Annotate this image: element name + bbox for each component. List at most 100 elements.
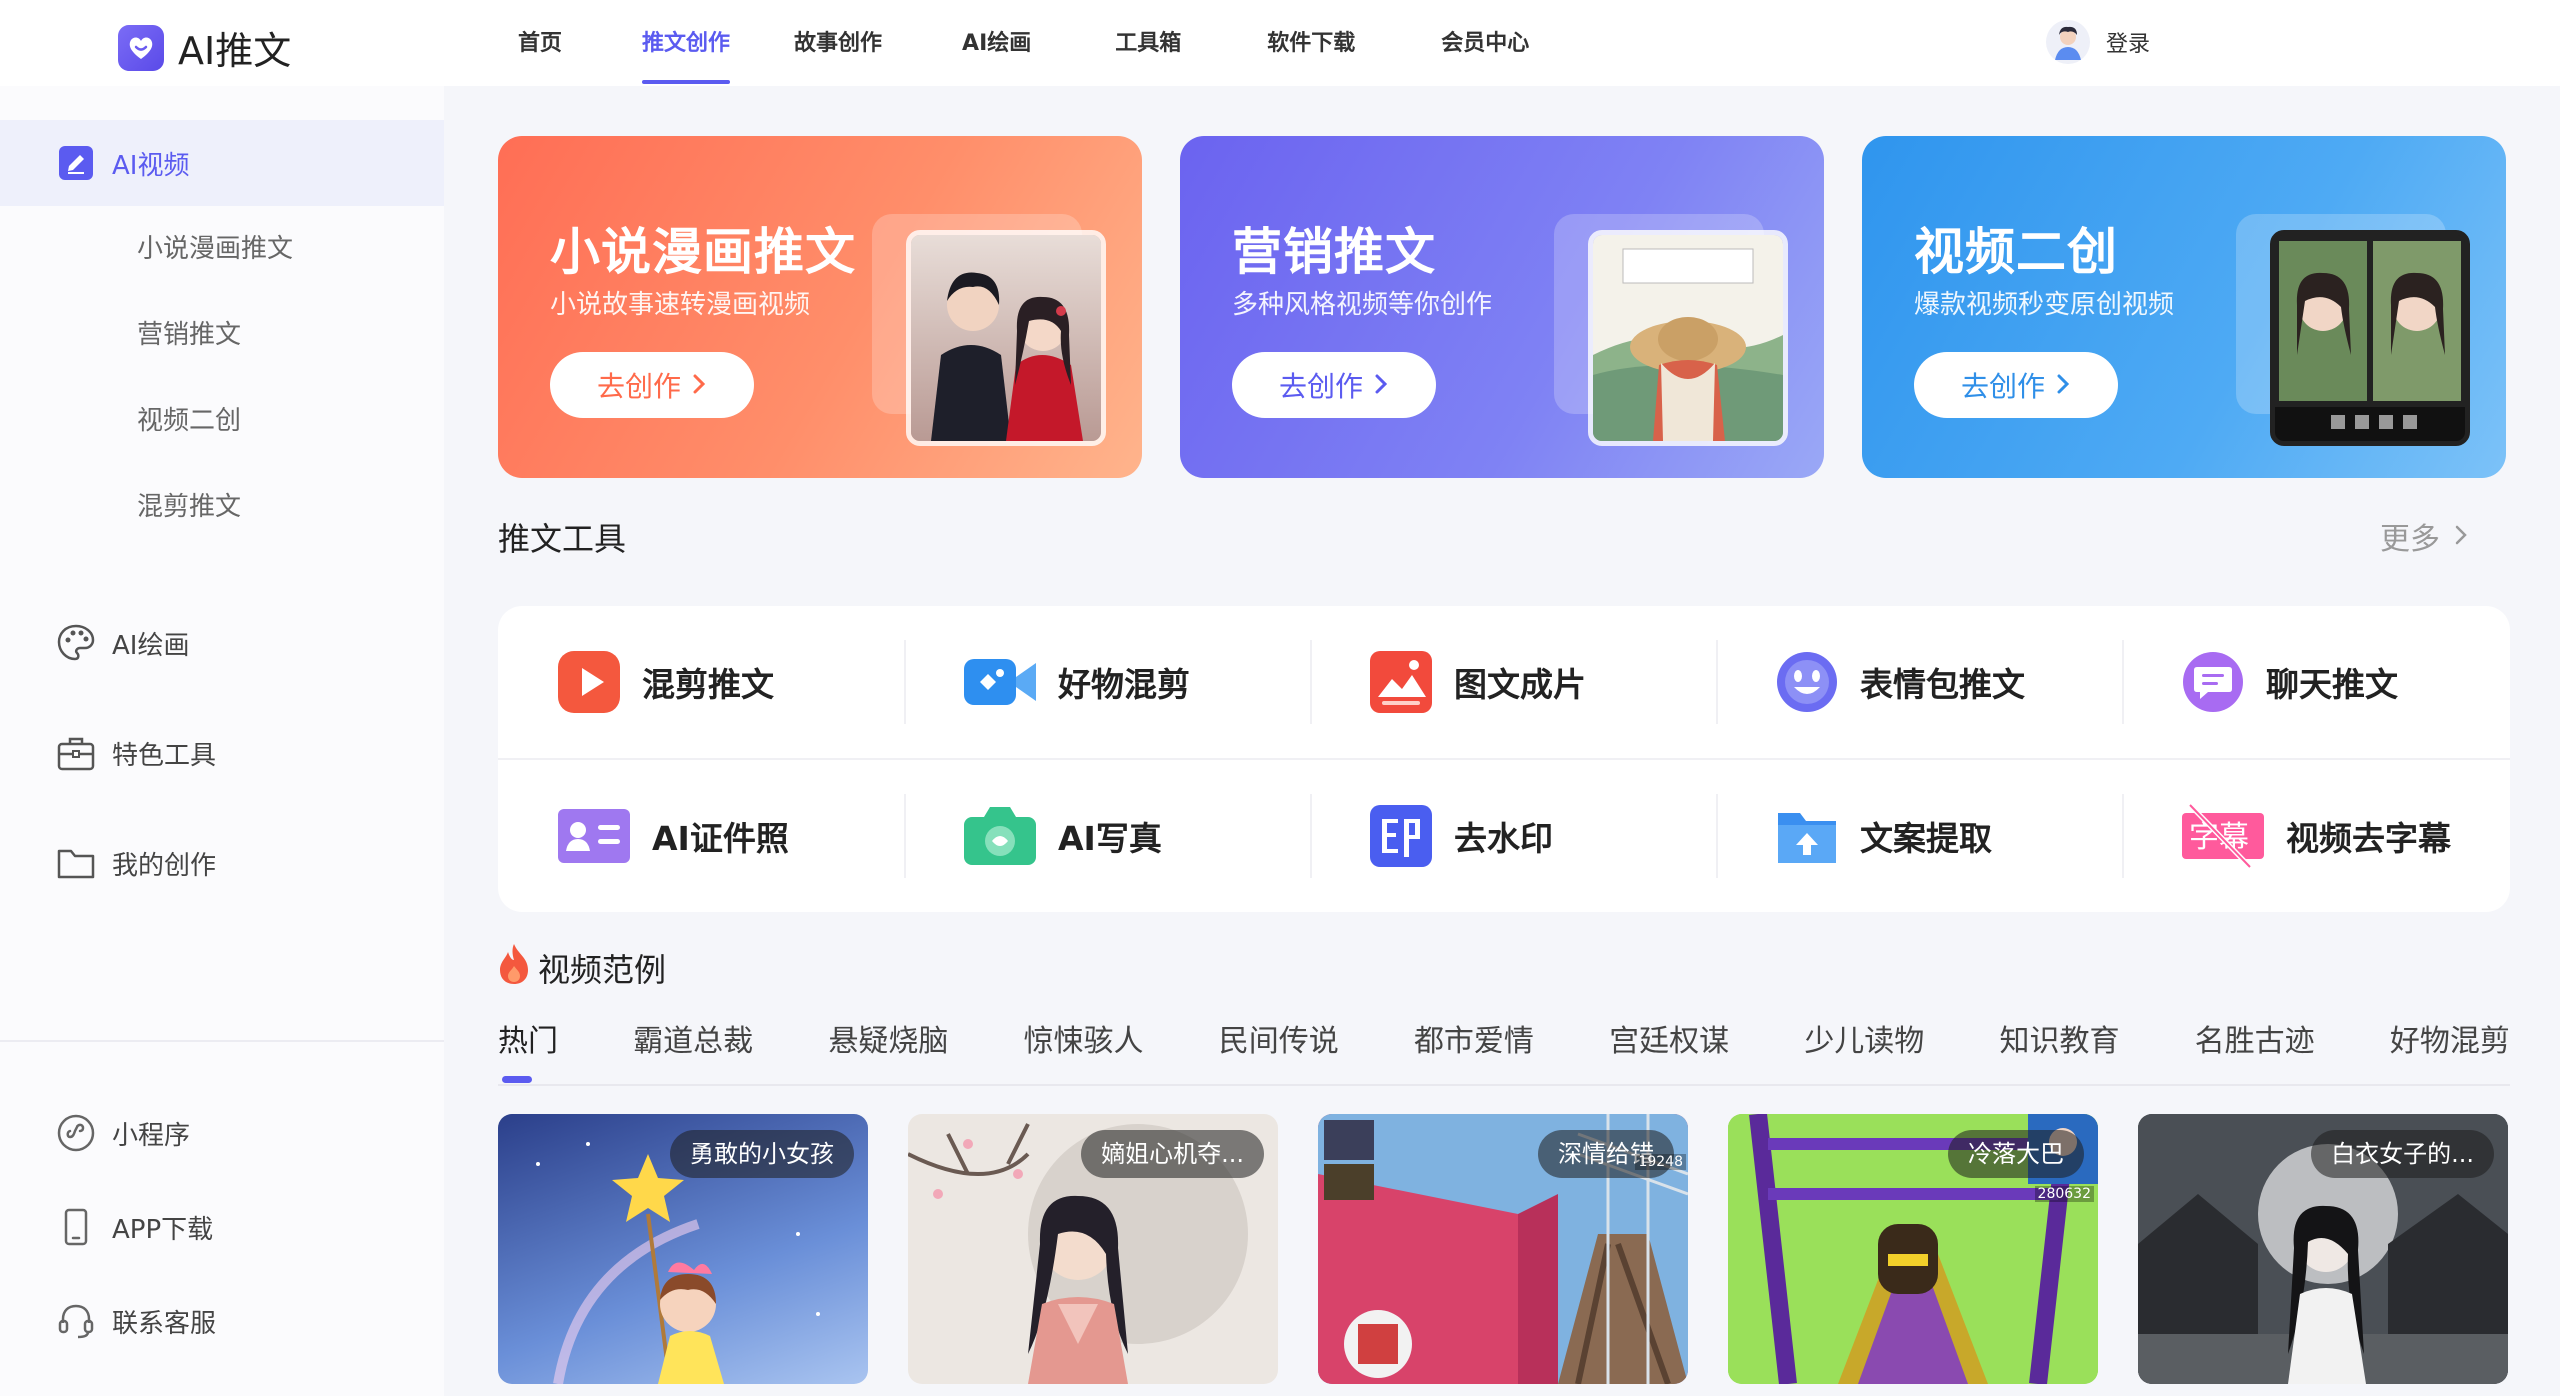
video-card[interactable]: 勇敢的小女孩 (498, 1114, 868, 1384)
tab-historic-sites[interactable]: 名胜古迹 (2195, 1016, 2315, 1060)
sidebar-item-customer-service[interactable]: 联系客服 (0, 1274, 444, 1368)
sidebar-item-ai-painting[interactable]: AI绘画 (0, 588, 444, 698)
sidebar-item-label: AI绘画 (112, 630, 190, 661)
tab-suspense[interactable]: 悬疑烧脑 (828, 1016, 948, 1060)
phone-icon (56, 1207, 96, 1247)
sidebar-divider (0, 1040, 444, 1042)
active-tab-indicator (502, 1076, 532, 1083)
tab-goods-mix-cut[interactable]: 好物混剪 (2390, 1016, 2510, 1060)
tool-meme-tweet[interactable]: 表情包推文 (1716, 606, 2122, 758)
banner-subtitle: 小说故事速转漫画视频 (550, 290, 811, 320)
video-title-tag: 冷落大巴 (1948, 1130, 2084, 1178)
sidebar-sub-video-remake[interactable]: 视频二创 (0, 378, 444, 464)
tool-label: AI写真 (1058, 819, 1162, 858)
tab-hot[interactable]: 热门 (498, 1016, 558, 1060)
logo[interactable]: AI推文 (118, 20, 291, 75)
banner-novel-comic[interactable]: 小说漫画推文 小说故事速转漫画视频 去创作 (498, 136, 1142, 478)
banner-thumbnail-video-frames (2270, 230, 2470, 446)
sidebar-item-special-tools[interactable]: 特色工具 (0, 698, 444, 808)
overlay-number: 19248 (1635, 1154, 1686, 1170)
chevron-right-icon (1373, 369, 1389, 402)
video-section-header: 视频范例 (498, 942, 666, 994)
video-title-tag: 勇敢的小女孩 (670, 1130, 854, 1178)
banner-subtitle: 爆款视频秒变原创视频 (1914, 290, 2175, 320)
banner-title: 营销推文 (1232, 223, 1436, 281)
sidebar-sub-marketing[interactable]: 营销推文 (0, 292, 444, 378)
nav-toolbox[interactable]: 工具箱 (1115, 0, 1181, 86)
more-link[interactable]: 更多 (2380, 514, 2468, 558)
tool-ai-portrait[interactable]: AI写真 (904, 760, 1310, 912)
nav-story-creation[interactable]: 故事创作 (794, 0, 882, 86)
mini-program-icon (56, 1113, 96, 1153)
banner-title: 视频二创 (1914, 223, 2118, 281)
tool-label: AI证件照 (652, 819, 789, 858)
tool-label: 混剪推文 (642, 665, 774, 704)
nav-software-download[interactable]: 软件下载 (1267, 0, 1355, 86)
top-navbar: AI推文 首页 推文创作 故事创作 AI绘画 工具箱 软件下载 会员中心 登录 (0, 0, 2560, 86)
login-label: 登录 (2106, 32, 2151, 57)
video-camera-icon (962, 649, 1038, 715)
image-icon (1368, 649, 1434, 715)
banner-title: 小说漫画推文 (550, 223, 856, 281)
play-icon (556, 649, 622, 715)
tool-image-to-video[interactable]: 图文成片 (1310, 606, 1716, 758)
tool-label: 聊天推文 (2266, 665, 2398, 704)
video-card[interactable]: 冷落大巴 280632 (1728, 1114, 2098, 1384)
heart-logo-icon (118, 24, 164, 71)
sidebar-item-app-download[interactable]: APP下载 (0, 1180, 444, 1274)
sidebar-item-label: APP下载 (112, 1214, 214, 1245)
id-card-icon (556, 803, 632, 869)
tool-remove-subtitle[interactable]: 字幕 视频去字幕 (2122, 760, 2528, 912)
banner-create-button[interactable]: 去创作 (550, 352, 754, 418)
tool-remove-watermark[interactable]: 去水印 (1310, 760, 1716, 912)
sidebar-item-label: 小程序 (112, 1120, 191, 1151)
sidebar-sub-novel-comic[interactable]: 小说漫画推文 (0, 206, 444, 292)
video-card[interactable]: 白衣女子的... (2138, 1114, 2508, 1384)
nav-tweet-creation[interactable]: 推文创作 (642, 0, 731, 86)
tool-label: 好物混剪 (1058, 665, 1190, 704)
video-card[interactable]: 深情给错 19248 (1318, 1114, 1688, 1384)
stamp-icon (1368, 803, 1434, 869)
tab-children-books[interactable]: 少儿读物 (1804, 1016, 1924, 1060)
chevron-right-icon (2055, 369, 2071, 402)
palette-icon (56, 623, 96, 663)
banner-marketing[interactable]: 营销推文 多种风格视频等你创作 去创作 (1180, 136, 1824, 478)
banner-thumbnail-hat-girl (1588, 230, 1788, 446)
tab-knowledge-education[interactable]: 知识教育 (2000, 1016, 2120, 1060)
sidebar-item-ai-video[interactable]: AI视频 (0, 120, 444, 206)
video-title-tag: 嫡姐心机夺... (1081, 1130, 1264, 1178)
banner-video-remake[interactable]: 视频二创 爆款视频秒变原创视频 去创作 (1862, 136, 2506, 478)
banner-create-button[interactable]: 去创作 (1232, 352, 1436, 418)
banner-subtitle: 多种风格视频等你创作 (1232, 290, 1493, 320)
tool-ai-id-photo[interactable]: AI证件照 (498, 760, 904, 912)
tab-folk-legend[interactable]: 民间传说 (1219, 1016, 1339, 1060)
banner-create-button[interactable]: 去创作 (1914, 352, 2118, 418)
tool-copy-extract[interactable]: 文案提取 (1716, 760, 2122, 912)
sidebar-item-label: 联系客服 (112, 1308, 217, 1339)
video-card[interactable]: 嫡姐心机夺... (908, 1114, 1278, 1384)
sidebar-item-my-creations[interactable]: 我的创作 (0, 808, 444, 918)
nav-member-center[interactable]: 会员中心 (1441, 0, 1529, 86)
video-title-tag: 白衣女子的... (2311, 1130, 2494, 1178)
sidebar: AI视频 小说漫画推文 营销推文 视频二创 混剪推文 AI绘画 特色工具 我的创… (0, 86, 444, 1396)
tool-mix-cut-tweet[interactable]: 混剪推文 (498, 606, 904, 758)
sidebar-item-mini-program[interactable]: 小程序 (0, 1086, 444, 1180)
login-button[interactable]: 登录 (2046, 20, 2150, 64)
button-label: 去创作 (1278, 370, 1363, 403)
chevron-right-icon (691, 369, 707, 402)
button-label: 去创作 (596, 370, 681, 403)
tab-thriller[interactable]: 惊悚骇人 (1024, 1016, 1144, 1060)
tab-domineering-ceo[interactable]: 霸道总裁 (633, 1016, 753, 1060)
tab-palace-intrigue[interactable]: 宫廷权谋 (1609, 1016, 1729, 1060)
sidebar-sub-mix-cut[interactable]: 混剪推文 (0, 464, 444, 550)
tool-label: 图文成片 (1454, 665, 1586, 704)
camera-icon (962, 803, 1038, 869)
nav-ai-painting[interactable]: AI绘画 (962, 0, 1031, 86)
tabs-baseline (498, 1084, 2510, 1086)
tool-chat-tweet[interactable]: 聊天推文 (2122, 606, 2528, 758)
main-nav: 首页 推文创作 故事创作 AI绘画 工具箱 软件下载 会员中心 (518, 0, 1529, 86)
tool-goods-mix-cut[interactable]: 好物混剪 (904, 606, 1310, 758)
tab-urban-romance[interactable]: 都市爱情 (1414, 1016, 1534, 1060)
smiley-icon (1774, 649, 1840, 715)
nav-home[interactable]: 首页 (518, 0, 562, 86)
